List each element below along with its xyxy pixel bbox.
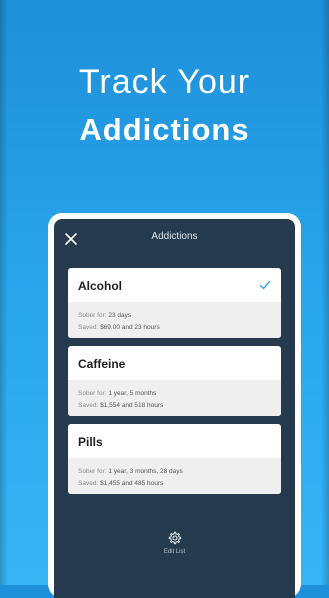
- saved-line: Saved: $69.00 and 23 hours: [78, 324, 160, 331]
- addiction-name: Alcohol: [78, 279, 122, 293]
- sober-for-value: 1 year, 3 months, 28 days: [108, 468, 183, 475]
- edit-list-button[interactable]: Edit List: [54, 531, 295, 555]
- card-header: Alcohol: [68, 268, 281, 302]
- promo-line-1: Track Your: [78, 63, 251, 101]
- addiction-list: Alcohol Sober for: 23 days Saved: $69.00…: [68, 268, 281, 502]
- saved-value: $1,554 and 518 hours: [100, 402, 164, 409]
- gear-icon: [168, 531, 181, 545]
- checkmark-icon: [259, 280, 271, 290]
- saved-value: $69.00 and 23 hours: [100, 324, 160, 331]
- sober-for-label: Sober for:: [78, 312, 107, 319]
- saved-value: $1,455 and 485 hours: [100, 480, 164, 487]
- addiction-card-alcohol[interactable]: Alcohol Sober for: 23 days Saved: $69.00…: [68, 268, 281, 338]
- saved-line: Saved: $1,554 and 518 hours: [78, 402, 163, 409]
- app-bar-title: Addictions: [151, 231, 198, 242]
- phone-frame: Addictions Alcohol Sober for: 23 days Sa…: [48, 213, 301, 598]
- promo-headline: Track Your Addictions: [0, 62, 329, 150]
- app-screen: Addictions Alcohol Sober for: 23 days Sa…: [54, 219, 295, 598]
- card-header: Caffeine: [68, 346, 281, 380]
- addiction-name: Pills: [78, 435, 103, 449]
- sober-for-value: 23 days: [108, 312, 132, 319]
- addiction-card-pills[interactable]: Pills Sober for: 1 year, 3 months, 28 da…: [68, 424, 281, 494]
- saved-line: Saved: $1,455 and 485 hours: [78, 480, 163, 487]
- sober-for-value: 1 year, 5 months: [108, 390, 157, 397]
- addiction-name: Caffeine: [78, 357, 126, 371]
- sober-for-line: Sober for: 1 year, 3 months, 28 days: [78, 468, 183, 475]
- card-details: Sober for: 1 year, 5 months Saved: $1,55…: [68, 380, 281, 416]
- sober-for-label: Sober for:: [78, 390, 107, 397]
- saved-label: Saved:: [78, 324, 99, 331]
- saved-label: Saved:: [78, 402, 99, 409]
- card-details: Sober for: 23 days Saved: $69.00 and 23 …: [68, 302, 281, 338]
- edit-list-label: Edit List: [163, 549, 186, 555]
- card-details: Sober for: 1 year, 3 months, 28 days Sav…: [68, 458, 281, 494]
- saved-label: Saved:: [78, 480, 99, 487]
- card-header: Pills: [68, 424, 281, 458]
- sober-for-label: Sober for:: [78, 468, 107, 475]
- app-bar: Addictions: [54, 219, 295, 259]
- sober-for-line: Sober for: 23 days: [78, 312, 131, 319]
- sober-for-line: Sober for: 1 year, 5 months: [78, 390, 156, 397]
- addiction-card-caffeine[interactable]: Caffeine Sober for: 1 year, 5 months Sav…: [68, 346, 281, 416]
- promo-line-2: Addictions: [79, 112, 250, 147]
